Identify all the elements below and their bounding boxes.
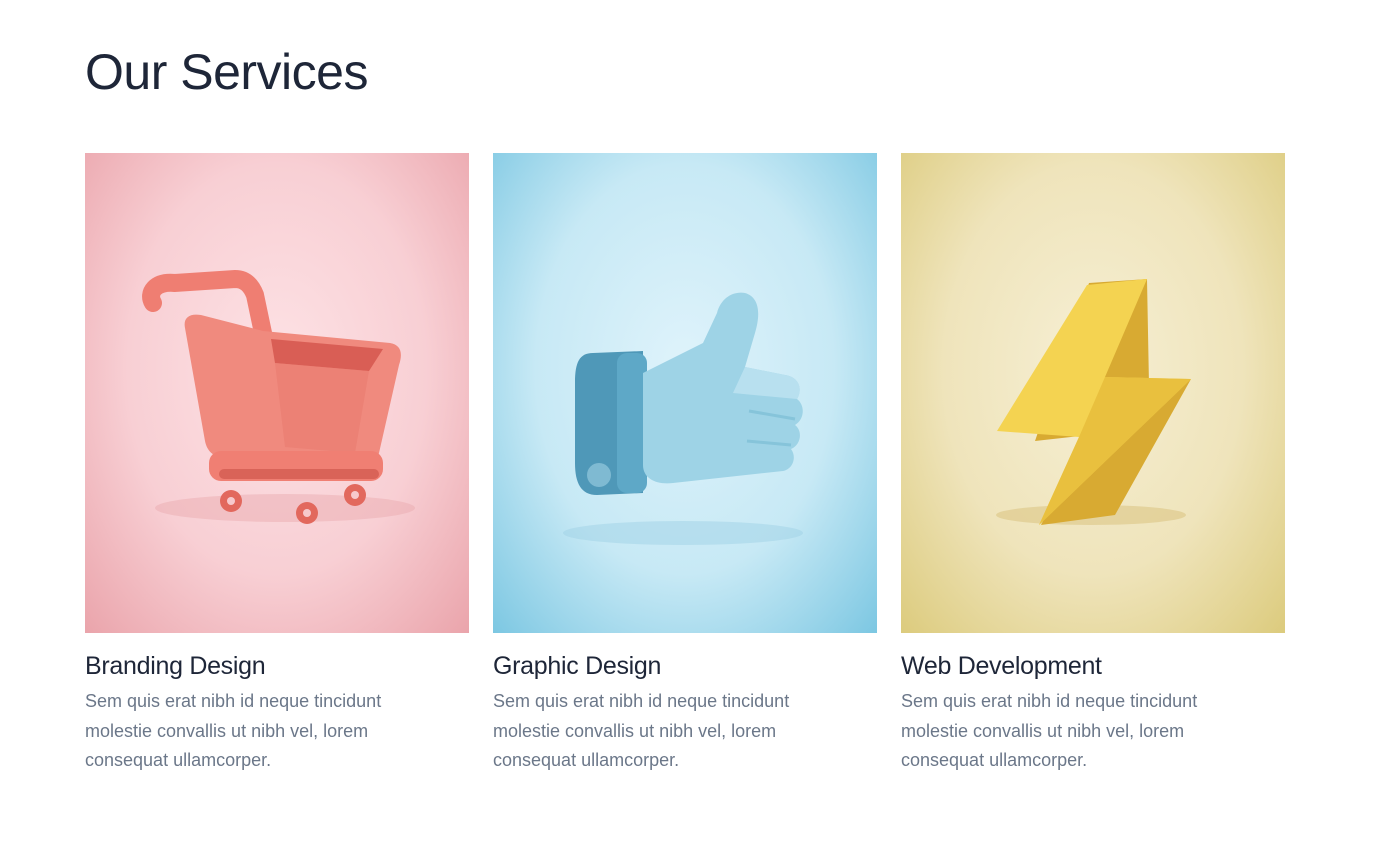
service-title: Graphic Design [493,652,662,680]
lightning-bolt-icon [996,279,1191,525]
service-title: Branding Design [85,652,266,680]
services-grid: Branding Design Sem quis erat nibh id ne… [85,153,1285,776]
service-card-web[interactable]: Web Development Sem quis erat nibh id ne… [901,153,1285,776]
service-description: Sem quis erat nibh id neque tincidunt mo… [493,691,790,770]
service-card-branding[interactable]: Branding Design Sem quis erat nibh id ne… [85,153,469,776]
thumbs-up-icon [563,292,803,545]
service-description: Sem quis erat nibh id neque tincidunt mo… [85,691,382,770]
service-image-graphic [493,153,877,633]
service-description: Sem quis erat nibh id neque tincidunt mo… [901,691,1198,770]
service-image-branding [85,153,469,633]
services-page: Our Services Branding Design Sem quis er… [0,0,1387,843]
service-card-graphic[interactable]: Graphic Design Sem quis erat nibh id neq… [493,153,877,776]
service-title: Web Development [901,652,1102,680]
service-image-web [901,153,1285,633]
shopping-cart-icon [142,269,415,524]
section-title: Our Services [85,44,368,100]
